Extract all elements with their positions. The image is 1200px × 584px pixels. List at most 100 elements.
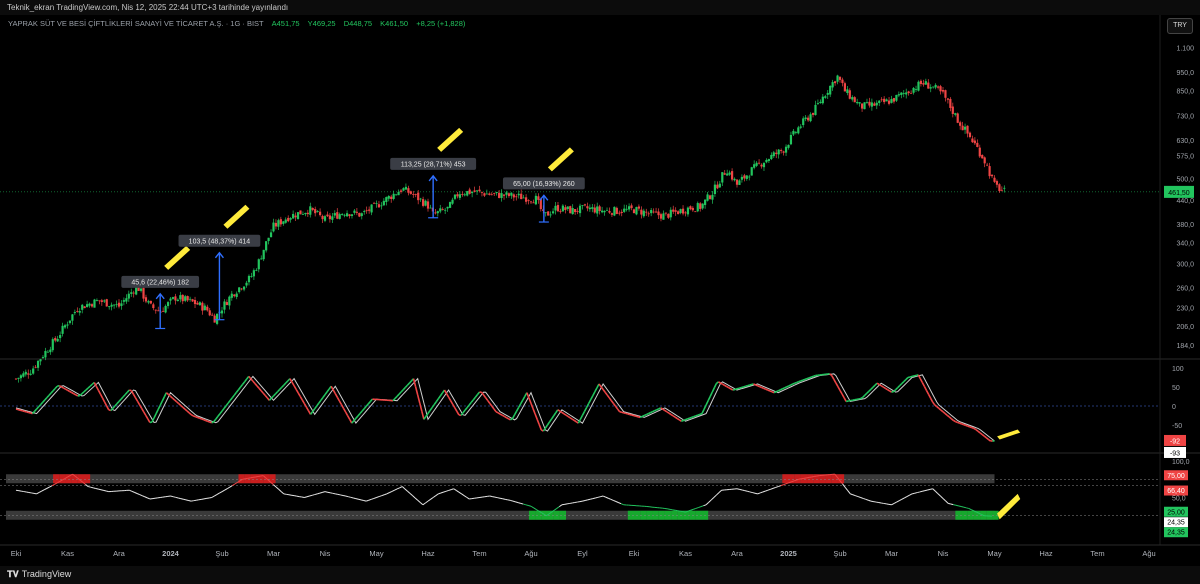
chart-canvas[interactable]: 1.100 950,0 850,0 730,0 630,0 575,0 500,0 440,0… [0, 0, 1200, 566]
osc-main-segment [367, 401, 371, 405]
rsi-line-segment [700, 505, 704, 508]
candle-body [105, 299, 108, 307]
candle-body [581, 205, 584, 206]
osc-main-segment [763, 387, 767, 390]
osc-main-segment [180, 404, 184, 408]
osc-main-segment [707, 396, 711, 402]
rsi-line-segment [412, 495, 416, 499]
osc-main-segment [503, 415, 507, 419]
candle-body [316, 211, 319, 212]
candle-body [409, 191, 412, 194]
osc-main-segment [402, 386, 406, 391]
osc-main-segment [747, 384, 750, 387]
brand-label: TradingView [21, 569, 72, 579]
rsi-line-segment [342, 495, 346, 497]
candle-body [429, 207, 432, 209]
rsi-line-segment [38, 490, 42, 493]
osc-main-segment [528, 397, 532, 404]
candle-body [988, 166, 991, 177]
candle-body [647, 213, 650, 215]
candle-body [694, 211, 697, 213]
rsi-line-segment [705, 502, 710, 506]
osc-main-segment [950, 418, 954, 421]
price-tick-label: 300,0 [1176, 262, 1194, 269]
oversold-cell [640, 510, 647, 520]
osc-main-segment [585, 403, 590, 408]
candle-body [39, 359, 42, 362]
candle-body [932, 86, 935, 88]
candle-body [34, 366, 37, 368]
candle-body [32, 368, 35, 374]
candle-body [895, 94, 898, 101]
candle-body [139, 288, 143, 291]
osc-main-segment [606, 394, 610, 399]
candle-body [314, 209, 317, 214]
osc-main-segment [569, 417, 573, 420]
candle-body [627, 206, 631, 210]
candle-body [51, 339, 54, 351]
rsi-line-segment [754, 492, 758, 495]
candle-body [939, 86, 942, 92]
rsi-line-segment [363, 500, 367, 502]
rsi-line-segment [595, 496, 599, 499]
rsi-line-segment [41, 489, 45, 492]
candle-body [966, 125, 969, 134]
osc-main-segment [264, 394, 268, 399]
osc-signal-line [15, 373, 995, 442]
candle-body [14, 378, 18, 380]
osc-main-segment [145, 415, 149, 420]
osc-main-segment [445, 393, 450, 398]
candle-body [784, 146, 788, 153]
candle-body [93, 299, 96, 308]
osc-main-segment [21, 409, 25, 413]
rsi-line-segment [451, 488, 454, 491]
rsi-line-segment [860, 497, 864, 499]
overbought-cell [831, 474, 838, 484]
osc-main-segment [476, 391, 481, 396]
oversold-cell [967, 510, 974, 520]
osc-main-segment [184, 408, 188, 412]
osc-main-segment [120, 396, 124, 400]
candle-body [527, 200, 530, 202]
candle-body [897, 94, 900, 96]
osc-main-segment [289, 378, 293, 383]
osc-main-segment [400, 389, 404, 393]
rsi-line-segment [868, 499, 872, 502]
osc-main-segment [765, 388, 769, 391]
osc-main-segment [26, 411, 29, 414]
candle-body [780, 150, 783, 151]
osc-main-segment [583, 407, 588, 412]
osc-main-segment [670, 413, 674, 417]
rsi-line-segment [517, 502, 521, 504]
osc-main-segment [792, 382, 796, 385]
candle-body [493, 193, 496, 194]
candle-body [108, 306, 111, 308]
osc-main-segment [62, 387, 66, 390]
osc-main-segment [213, 418, 217, 423]
rsi-line-segment [278, 488, 282, 492]
rsi-line-segment [525, 504, 529, 507]
rsi-line-segment [36, 492, 40, 495]
candle-body [397, 191, 400, 196]
candle-body [289, 218, 292, 220]
osc-main-segment [511, 414, 516, 419]
rsi-line-segment [335, 493, 338, 495]
osc-main-segment [283, 382, 287, 386]
rsi-line-segment [394, 488, 398, 491]
osc-main-segment [587, 399, 592, 404]
candle-body [255, 269, 258, 271]
osc-main-segment [701, 408, 705, 414]
tradingview-logo[interactable]: 𝐓𝐕 TradingView [7, 569, 71, 580]
rsi-line-segment [414, 497, 419, 501]
osc-main-segment [326, 388, 330, 393]
osc-tick-label: 100 [1172, 366, 1184, 373]
price-tick-label: 850,0 [1176, 88, 1194, 95]
osc-main-segment [414, 386, 419, 396]
candle-body [968, 132, 972, 138]
osc-main-segment [767, 389, 771, 392]
osc-main-segment [672, 415, 676, 418]
osc-main-segment [681, 419, 684, 422]
oversold-cell [961, 510, 968, 520]
candle-body [419, 198, 422, 200]
measure-label: 103,5 (48,37%) 414 [189, 238, 251, 245]
